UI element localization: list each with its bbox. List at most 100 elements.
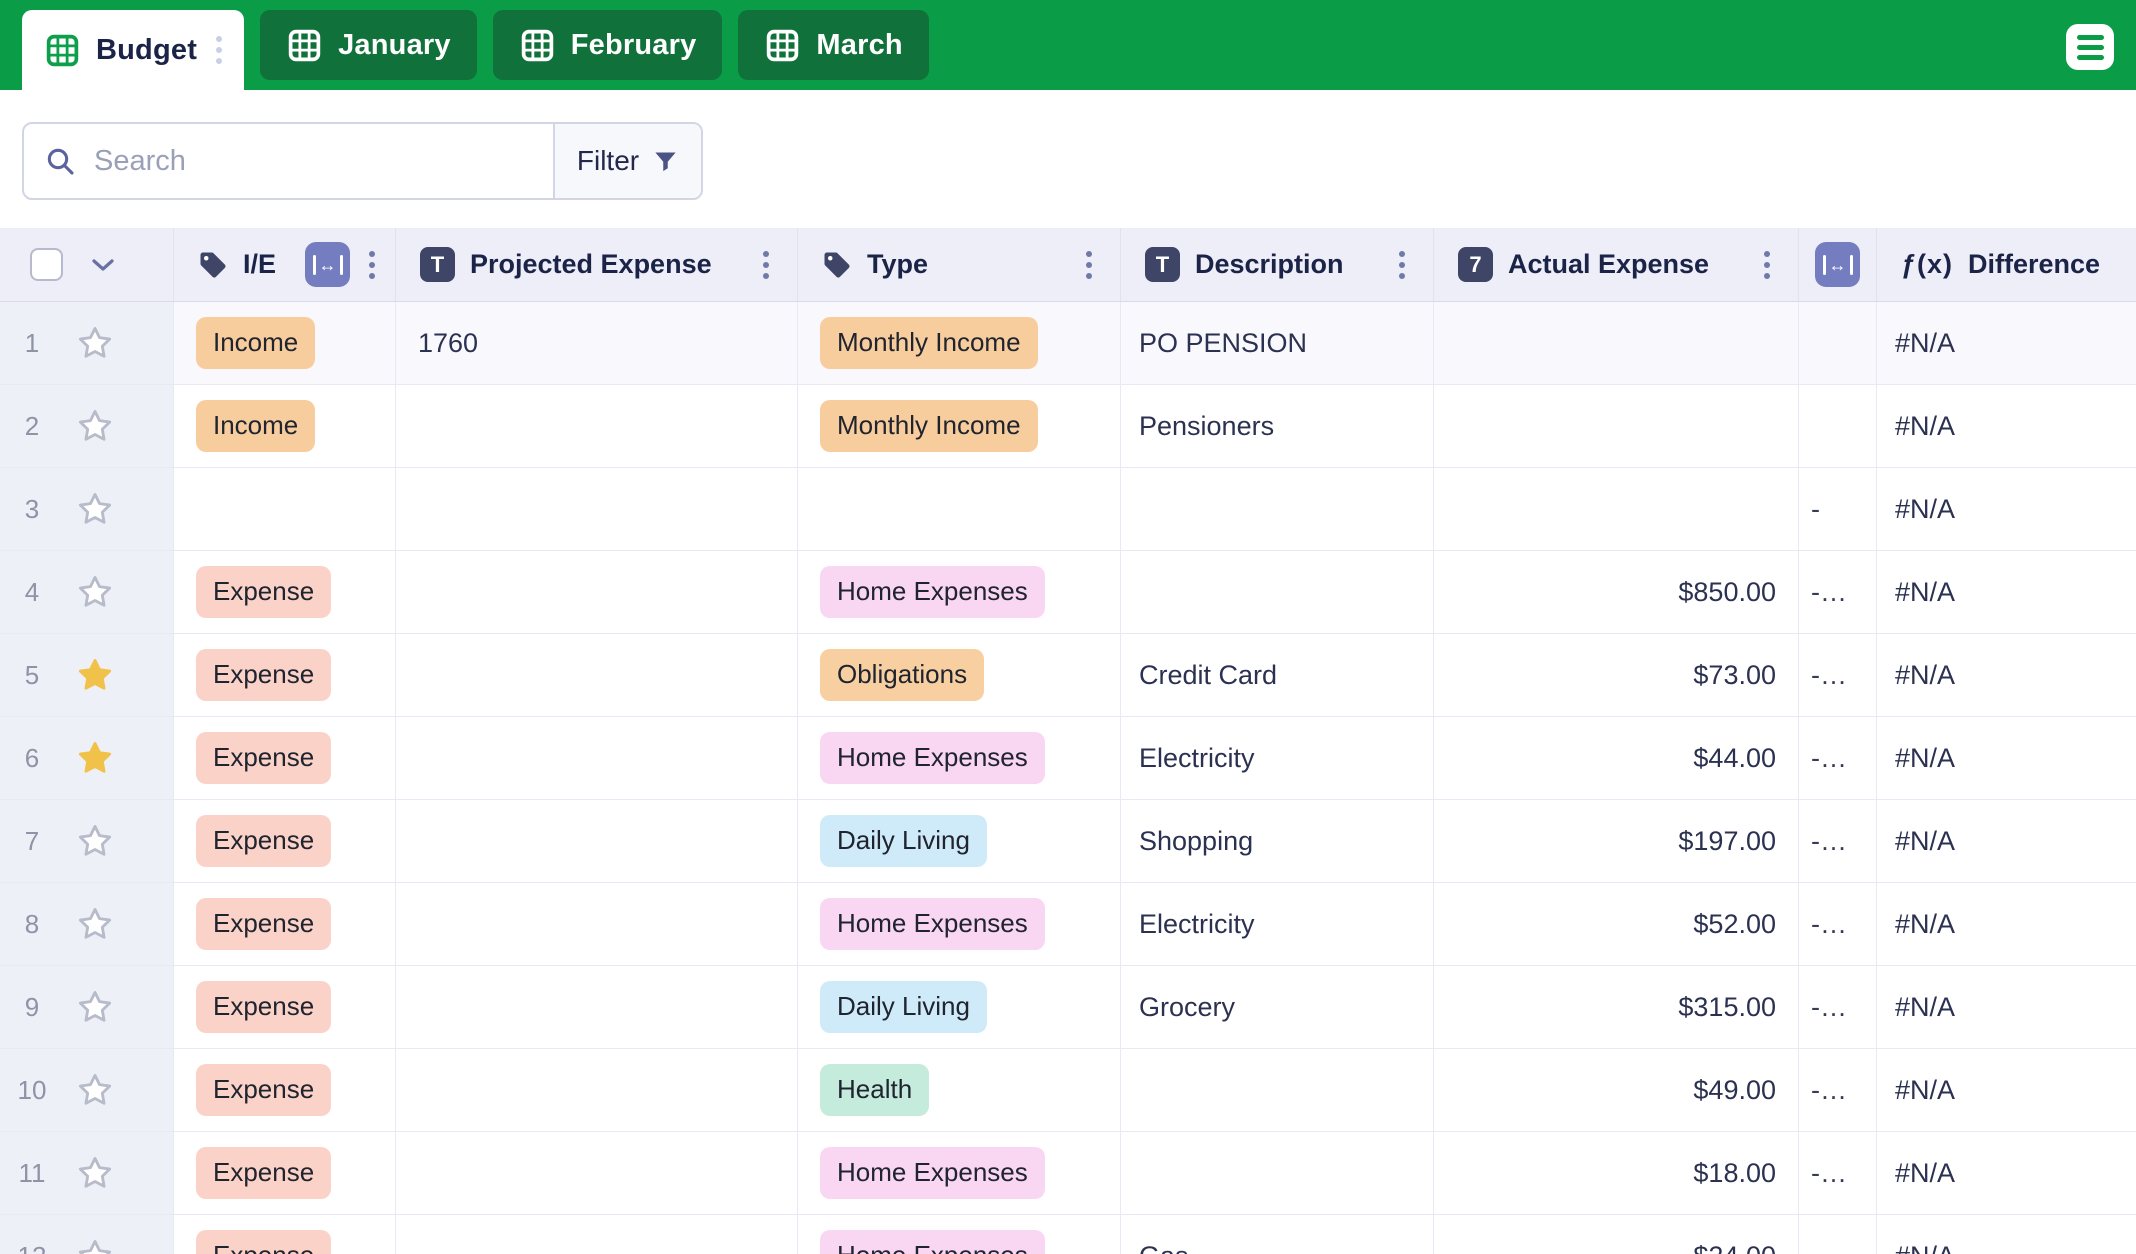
cell-ie[interactable]: Expense (174, 1215, 396, 1254)
cell-ie[interactable]: Expense (174, 1132, 396, 1214)
cell-difference[interactable]: #N/A (1877, 717, 2136, 799)
cell-actual-expense[interactable]: $197.00 (1434, 800, 1799, 882)
row-selector-cell[interactable]: 4 (0, 551, 174, 633)
row-selector-cell[interactable]: 1 (0, 302, 174, 384)
menu-hamburger-button[interactable] (2066, 24, 2114, 70)
cell-extra[interactable]: - (1799, 468, 1877, 550)
column-menu-dots-icon[interactable] (1082, 247, 1096, 283)
star-icon[interactable] (76, 822, 114, 860)
cell-description[interactable]: PO PENSION (1121, 302, 1434, 384)
chevron-down-icon[interactable] (91, 258, 115, 272)
cell-actual-expense[interactable]: $24.00 (1434, 1215, 1799, 1254)
header-projected-expense[interactable]: T Projected Expense (396, 228, 798, 301)
cell-extra[interactable]: -… (1799, 634, 1877, 716)
cell-extra[interactable]: -… (1799, 717, 1877, 799)
header-ie[interactable]: I/E ↔ (174, 228, 396, 301)
cell-type[interactable]: Daily Living (798, 966, 1121, 1048)
header-type[interactable]: Type (798, 228, 1121, 301)
cell-type[interactable] (798, 468, 1121, 550)
cell-ie[interactable]: Expense (174, 966, 396, 1048)
tab-budget[interactable]: Budget (22, 10, 244, 90)
cell-actual-expense[interactable]: $18.00 (1434, 1132, 1799, 1214)
tab-menu-dots-icon[interactable] (212, 32, 226, 68)
row-selector-cell[interactable]: 2 (0, 385, 174, 467)
cell-type[interactable]: Home Expenses (798, 717, 1121, 799)
cell-actual-expense[interactable]: $52.00 (1434, 883, 1799, 965)
cell-description[interactable] (1121, 468, 1434, 550)
cell-projected-expense[interactable] (396, 717, 798, 799)
cell-actual-expense[interactable]: $850.00 (1434, 551, 1799, 633)
cell-extra[interactable]: -… (1799, 551, 1877, 633)
column-menu-dots-icon[interactable] (759, 247, 773, 283)
cell-type[interactable]: Home Expenses (798, 1215, 1121, 1254)
cell-projected-expense[interactable] (396, 468, 798, 550)
row-selector-cell[interactable]: 8 (0, 883, 174, 965)
star-icon[interactable] (76, 573, 114, 611)
cell-type[interactable]: Health (798, 1049, 1121, 1131)
star-icon[interactable] (76, 1237, 114, 1254)
cell-actual-expense[interactable]: $315.00 (1434, 966, 1799, 1048)
select-all-checkbox[interactable] (30, 248, 63, 281)
tab-january[interactable]: January (260, 10, 477, 80)
header-actual-expense[interactable]: 7 Actual Expense (1434, 228, 1799, 301)
cell-description[interactable]: Pensioners (1121, 385, 1434, 467)
search-input[interactable] (94, 145, 533, 178)
cell-difference[interactable]: #N/A (1877, 468, 2136, 550)
cell-projected-expense[interactable] (396, 634, 798, 716)
cell-extra[interactable]: -… (1799, 1132, 1877, 1214)
cell-description[interactable]: Shopping (1121, 800, 1434, 882)
tab-march[interactable]: March (738, 10, 928, 80)
cell-ie[interactable]: Expense (174, 1049, 396, 1131)
cell-type[interactable]: Home Expenses (798, 1132, 1121, 1214)
cell-extra[interactable]: -… (1799, 883, 1877, 965)
cell-projected-expense[interactable] (396, 1132, 798, 1214)
filter-button[interactable]: Filter (553, 124, 701, 198)
cell-ie[interactable]: Expense (174, 800, 396, 882)
cell-actual-expense[interactable] (1434, 385, 1799, 467)
cell-ie[interactable]: Expense (174, 883, 396, 965)
column-menu-dots-icon[interactable] (365, 247, 379, 283)
cell-extra[interactable]: -… (1799, 966, 1877, 1048)
cell-actual-expense[interactable] (1434, 302, 1799, 384)
row-selector-cell[interactable]: 6 (0, 717, 174, 799)
cell-description[interactable]: Credit Card (1121, 634, 1434, 716)
cell-description[interactable]: Gas (1121, 1215, 1434, 1254)
cell-type[interactable]: Obligations (798, 634, 1121, 716)
cell-description[interactable]: Grocery (1121, 966, 1434, 1048)
cell-ie[interactable]: Income (174, 302, 396, 384)
cell-extra[interactable] (1799, 302, 1877, 384)
cell-extra[interactable] (1799, 385, 1877, 467)
cell-extra[interactable]: -… (1799, 800, 1877, 882)
cell-difference[interactable]: #N/A (1877, 1215, 2136, 1254)
cell-difference[interactable]: #N/A (1877, 634, 2136, 716)
star-icon[interactable] (76, 1154, 114, 1192)
column-width-badge-icon[interactable]: ↔ (1815, 242, 1860, 287)
row-selector-cell[interactable]: 7 (0, 800, 174, 882)
cell-projected-expense[interactable] (396, 966, 798, 1048)
cell-difference[interactable]: #N/A (1877, 966, 2136, 1048)
header-extra-column[interactable]: ↔ (1799, 228, 1877, 301)
cell-description[interactable]: Electricity (1121, 883, 1434, 965)
cell-projected-expense[interactable] (396, 800, 798, 882)
column-menu-dots-icon[interactable] (1395, 247, 1409, 283)
cell-projected-expense[interactable] (396, 1215, 798, 1254)
cell-type[interactable]: Home Expenses (798, 883, 1121, 965)
cell-ie[interactable]: Expense (174, 634, 396, 716)
star-icon[interactable] (76, 656, 114, 694)
row-selector-cell[interactable]: 10 (0, 1049, 174, 1131)
cell-actual-expense[interactable] (1434, 468, 1799, 550)
cell-difference[interactable]: #N/A (1877, 1049, 2136, 1131)
cell-type[interactable]: Monthly Income (798, 385, 1121, 467)
cell-extra[interactable]: -… (1799, 1215, 1877, 1254)
cell-projected-expense[interactable] (396, 551, 798, 633)
tab-february[interactable]: February (493, 10, 723, 80)
header-difference[interactable]: ƒ(x) Difference (1877, 228, 2136, 301)
cell-actual-expense[interactable]: $73.00 (1434, 634, 1799, 716)
cell-difference[interactable]: #N/A (1877, 1132, 2136, 1214)
cell-description[interactable] (1121, 1049, 1434, 1131)
column-menu-dots-icon[interactable] (1760, 247, 1774, 283)
cell-difference[interactable]: #N/A (1877, 385, 2136, 467)
cell-difference[interactable]: #N/A (1877, 551, 2136, 633)
cell-actual-expense[interactable]: $49.00 (1434, 1049, 1799, 1131)
cell-ie[interactable]: Expense (174, 717, 396, 799)
